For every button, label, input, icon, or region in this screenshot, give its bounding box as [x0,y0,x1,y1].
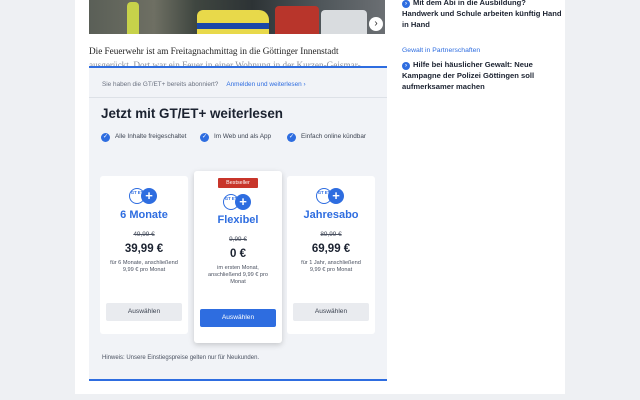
sidebar: › Mit dem Abi in die Ausbildung? Handwerk… [400,0,565,152]
sidebar-background [390,152,565,394]
gtet-plus-logo: GT ET + [316,188,346,204]
fire-truck [275,6,319,34]
divider [89,97,387,98]
plan-card-jahresabo[interactable]: GT ET + Jahresabo 89,99 € 69,99 € für 1 J… [287,176,375,334]
article-photo [89,0,385,34]
plan-description: für 1 Jahr, anschließend 9,99 € pro Mona… [301,260,361,274]
gtet-plus-logo: GT ET + [223,194,253,210]
plan-price: 0 € [230,248,246,260]
plan-description: für 6 Monate, anschließend 9,99 € pro Mo… [110,260,178,274]
sidebar-article-link[interactable]: › Hilfe bei häuslicher Gewalt: Neue Kampa… [402,59,562,92]
plan-old-price: 49,99 € [133,231,155,238]
check-icon: ✓ [287,133,296,142]
sidebar-category[interactable]: Gewalt in Partnerschaften [402,47,480,54]
plan-name: Jahresabo [303,209,359,221]
article-line-1: Die Feuerwehr ist am Freitagnachmittag i… [89,46,339,56]
login-prompt: Sie haben die GT/ET+ bereits abonniert? A… [102,81,306,88]
plan-card-flexibel[interactable]: Bestseller GT ET + Flexibel 9,99 € 0 € im… [194,171,282,343]
select-plan-button[interactable]: Auswählen [200,309,276,327]
select-plan-button[interactable]: Auswählen [293,303,369,321]
plan-price: 39,99 € [124,243,164,255]
ambulance [321,10,367,34]
feature-text: Im Web und als App [214,133,272,140]
paywall-headline: Jetzt mit GT/ET+ weiterlesen [101,106,283,121]
feature-text: Einfach online kündbar [301,133,367,140]
bestseller-badge: Bestseller [218,178,258,188]
select-plan-button[interactable]: Auswählen [106,303,182,321]
plan-old-price: 9,99 € [229,236,247,243]
plan-card-6-monate[interactable]: GT ET + 6 Monate 49,99 € 39,99 € für 6 Mo… [100,176,188,334]
sidebar-article-title[interactable]: Mit dem Abi in die Ausbildung? Handwerk … [402,0,562,29]
police-car [197,10,269,34]
check-icon: ✓ [101,133,110,142]
plan-name: Flexibel [217,214,259,226]
check-icon: ✓ [200,133,209,142]
login-link[interactable]: Anmelden und weiterlesen › [226,81,305,88]
paywall-bottom-rule [89,379,387,381]
sidebar-article-link[interactable]: › Mit dem Abi in die Ausbildung? Handwerk… [402,0,562,30]
arrow-right-icon: › [402,62,410,70]
gallery-next-icon[interactable]: › [369,17,383,31]
feature-text: Alle Inhalte freigeschaltet [115,133,187,140]
plan-price: 69,99 € [311,243,351,255]
new-customer-hint: Hinweis: Unsere Einstiegspreise gelten n… [102,355,260,361]
paywall: Sie haben die GT/ET+ bereits abonniert? A… [89,68,387,380]
gtet-plus-logo: GT ET + [129,188,159,204]
sidebar-article-title[interactable]: Hilfe bei häuslicher Gewalt: Neue Kampag… [402,60,534,91]
plan-old-price: 89,99 € [320,231,342,238]
arrow-right-icon: › [402,0,410,8]
plan-description: im ersten Monat, anschließend 9,99 € pro… [207,265,269,286]
already-subscribed-text: Sie haben die GT/ET+ bereits abonniert? [102,81,219,88]
plan-name: 6 Monate [120,209,168,221]
